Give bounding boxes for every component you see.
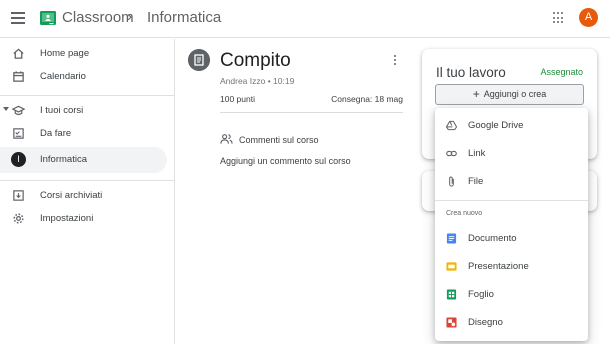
paperclip-icon bbox=[449, 176, 454, 187]
menu-item-label: Disegno bbox=[468, 317, 503, 328]
school-icon bbox=[12, 105, 25, 116]
status-badge: Assegnato bbox=[540, 67, 583, 77]
menu-item-link[interactable]: Link bbox=[435, 140, 588, 166]
sidebar-divider bbox=[0, 95, 174, 96]
menu-item-label: Presentazione bbox=[468, 261, 529, 272]
sidebar-item-informatica[interactable]: I Informatica bbox=[0, 147, 167, 173]
sidebar-item-settings[interactable]: Impostazioni bbox=[0, 206, 167, 232]
drawings-icon bbox=[446, 317, 457, 328]
drive-icon bbox=[446, 120, 457, 131]
sidebar-item-label: Corsi archiviati bbox=[40, 190, 103, 201]
menu-item-google-drive[interactable]: Google Drive bbox=[435, 112, 588, 138]
archive-icon bbox=[13, 190, 24, 201]
your-work-title: Il tuo lavoro bbox=[436, 65, 506, 80]
menu-item-file[interactable]: File bbox=[435, 168, 588, 194]
sidebar-item-label: Home page bbox=[40, 48, 90, 59]
top-bar: Classroom › Informatica A bbox=[0, 0, 610, 38]
apps-grid-icon[interactable] bbox=[553, 12, 565, 24]
assignment-icon bbox=[188, 49, 210, 71]
classroom-logo-icon bbox=[40, 11, 56, 25]
class-title[interactable]: Informatica bbox=[147, 9, 221, 26]
assignment-divider bbox=[220, 112, 403, 113]
menu-item-presentation[interactable]: Presentazione bbox=[435, 253, 588, 279]
avatar[interactable]: A bbox=[579, 8, 598, 27]
sidebar-item-label: Da fare bbox=[40, 128, 72, 139]
add-or-create-button[interactable]: + Aggiungi o crea bbox=[435, 84, 584, 105]
sidebar-item-calendar[interactable]: Calendario bbox=[0, 64, 167, 90]
menu-item-label: Google Drive bbox=[468, 120, 524, 131]
people-icon bbox=[220, 134, 233, 144]
calendar-icon bbox=[13, 71, 24, 82]
sidebar-item-label: I tuoi corsi bbox=[40, 105, 84, 116]
add-comment-link[interactable]: Aggiungi un commento sul corso bbox=[220, 156, 351, 166]
menu-item-sheet[interactable]: Foglio bbox=[435, 281, 588, 307]
assignment-points: 100 punti bbox=[220, 94, 255, 104]
app-title[interactable]: Classroom bbox=[62, 9, 134, 26]
docs-icon bbox=[446, 233, 457, 244]
class-avatar: I bbox=[11, 152, 26, 167]
sheets-icon bbox=[446, 289, 457, 300]
assignment-title: Compito bbox=[220, 50, 291, 71]
main-menu-icon[interactable] bbox=[11, 12, 25, 24]
menu-item-label: File bbox=[468, 176, 484, 187]
sidebar-item-todo[interactable]: Da fare bbox=[0, 121, 167, 147]
menu-item-label: Link bbox=[468, 148, 486, 159]
more-options-icon[interactable] bbox=[393, 55, 397, 67]
menu-item-drawing[interactable]: Disegno bbox=[435, 309, 588, 335]
add-or-create-label: Aggiungi o crea bbox=[483, 89, 547, 99]
slides-icon bbox=[446, 262, 457, 271]
expand-caret-icon[interactable] bbox=[3, 107, 9, 111]
menu-item-label: Documento bbox=[468, 233, 517, 244]
sidebar-item-label: Informatica bbox=[40, 154, 87, 165]
link-icon bbox=[446, 150, 457, 157]
sidebar: Home page Calendario I tuoi corsi Da far… bbox=[0, 39, 175, 344]
assignment-due-date: Consegna: 18 mag bbox=[331, 94, 403, 104]
menu-item-document[interactable]: Documento bbox=[435, 225, 588, 251]
menu-divider bbox=[435, 200, 588, 201]
breadcrumb-separator: › bbox=[127, 8, 132, 25]
home-icon bbox=[13, 48, 24, 59]
menu-item-label: Foglio bbox=[468, 289, 494, 300]
sidebar-divider bbox=[0, 180, 174, 181]
assignment-author-time: Andrea Izzo • 10:19 bbox=[220, 76, 295, 86]
plus-icon: + bbox=[472, 87, 480, 101]
add-or-create-menu: Google Drive Link File Crea nuovo Docume… bbox=[435, 108, 588, 341]
sidebar-item-label: Calendario bbox=[40, 71, 86, 82]
sidebar-item-label: Impostazioni bbox=[40, 213, 94, 224]
gear-icon bbox=[13, 213, 24, 224]
comments-title: Commenti sul corso bbox=[239, 135, 319, 145]
todo-icon bbox=[13, 128, 24, 139]
menu-section-label: Crea nuovo bbox=[446, 210, 483, 217]
